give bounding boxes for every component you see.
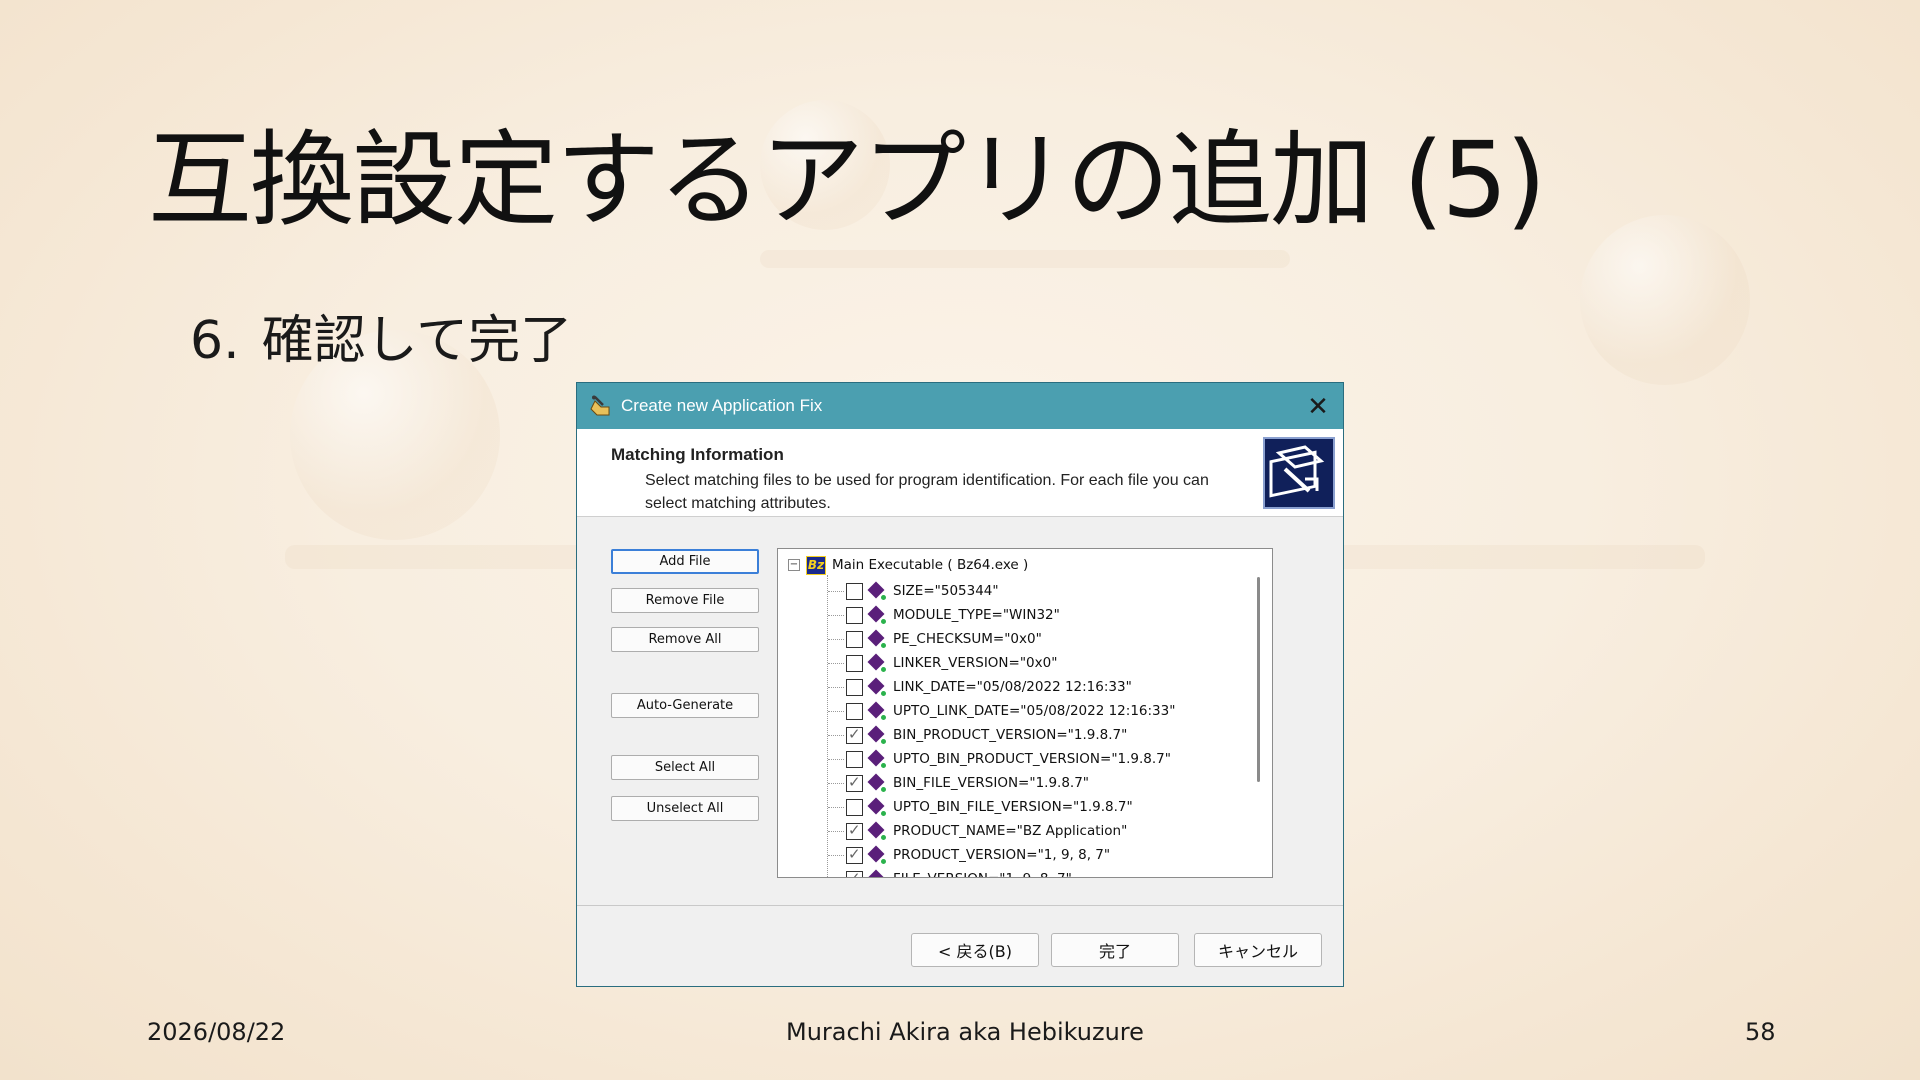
tree-connector	[828, 734, 844, 736]
attribute-checkbox[interactable]	[846, 678, 863, 696]
back-button[interactable]: < 戻る(B)	[911, 933, 1039, 967]
tree-attribute-row[interactable]: FILE_VERSION="1, 9, 8, 7"	[828, 867, 1072, 877]
tree-connector	[828, 638, 844, 640]
bullet-text: 確認して完了	[261, 311, 573, 371]
tree-attribute-row[interactable]: UPTO_BIN_PRODUCT_VERSION="1.9.8.7"	[828, 747, 1171, 771]
close-icon[interactable]: ✕	[1293, 383, 1343, 429]
tree-attribute-row[interactable]: MODULE_TYPE="WIN32"	[828, 603, 1060, 627]
collapse-icon[interactable]: −	[788, 559, 800, 571]
header-title: Matching Information	[611, 445, 784, 464]
footer-date: 2026/08/22	[147, 1018, 286, 1046]
tree-connector	[828, 686, 844, 688]
vertical-scrollbar[interactable]	[1246, 549, 1272, 877]
tree-attribute-row[interactable]: BIN_FILE_VERSION="1.9.8.7"	[828, 771, 1089, 795]
footer-divider	[577, 905, 1343, 906]
attribute-label: SIZE="505344"	[893, 583, 999, 599]
tree-connector	[828, 614, 844, 616]
attribute-icon	[867, 845, 887, 865]
dialog-title: Create new Application Fix	[621, 396, 823, 415]
page-number: 58	[1745, 1018, 1776, 1046]
attribute-checkbox[interactable]	[846, 630, 863, 648]
tree-connector	[828, 806, 844, 808]
footer-author: Murachi Akira aka Hebikuzure	[786, 1018, 1144, 1046]
attribute-label: LINKER_VERSION="0x0"	[893, 655, 1058, 671]
tree-connector	[828, 590, 844, 592]
attribute-icon	[867, 725, 887, 745]
tree-attribute-row[interactable]: LINKER_VERSION="0x0"	[828, 651, 1057, 675]
attribute-icon	[867, 653, 887, 673]
attribute-icon	[867, 581, 887, 601]
tree-connector	[828, 758, 844, 760]
tree-attribute-row[interactable]: LINK_DATE="05/08/2022 12:16:33"	[828, 675, 1132, 699]
attribute-checkbox[interactable]	[846, 654, 863, 672]
slide-title: 互換設定するアプリの追加 (5)	[148, 119, 1546, 241]
attribute-icon	[867, 701, 887, 721]
attribute-label: UPTO_BIN_FILE_VERSION="1.9.8.7"	[893, 799, 1133, 815]
attribute-checkbox[interactable]	[846, 582, 863, 600]
matching-attributes-tree[interactable]: − Bz Main Executable ( Bz64.exe ) SIZE="…	[777, 548, 1273, 878]
tree-attribute-row[interactable]: PE_CHECKSUM="0x0"	[828, 627, 1042, 651]
finish-button[interactable]: 完了	[1051, 933, 1179, 967]
background-bar	[760, 250, 1290, 268]
scrollbar-thumb[interactable]	[1257, 577, 1260, 782]
tree-attribute-row[interactable]: BIN_PRODUCT_VERSION="1.9.8.7"	[828, 723, 1127, 747]
attribute-icon	[867, 677, 887, 697]
attribute-label: BIN_PRODUCT_VERSION="1.9.8.7"	[893, 727, 1128, 743]
header-description: Select matching files to be used for pro…	[645, 472, 1209, 512]
tree-attribute-row[interactable]: PRODUCT_NAME="BZ Application"	[828, 819, 1127, 843]
wizard-icon	[1263, 437, 1335, 509]
remove-file-button[interactable]: Remove File	[611, 588, 759, 613]
attribute-icon	[867, 869, 887, 877]
attribute-checkbox[interactable]	[846, 798, 863, 816]
attribute-checkbox[interactable]	[846, 845, 863, 864]
add-file-button[interactable]: Add File	[611, 549, 759, 574]
tree-attribute-row[interactable]: UPTO_LINK_DATE="05/08/2022 12:16:33"	[828, 699, 1175, 723]
attribute-checkbox[interactable]	[846, 821, 863, 840]
attribute-checkbox[interactable]	[846, 773, 863, 792]
attribute-label: FILE_VERSION="1, 9, 8, 7"	[893, 871, 1072, 877]
attribute-label: UPTO_BIN_PRODUCT_VERSION="1.9.8.7"	[893, 751, 1171, 767]
tree-attribute-row[interactable]: PRODUCT_VERSION="1, 9, 8, 7"	[828, 843, 1110, 867]
tree-attribute-row[interactable]: SIZE="505344"	[828, 579, 999, 603]
attribute-label: MODULE_TYPE="WIN32"	[893, 607, 1060, 623]
dialog-header: Matching Information Select matching fil…	[577, 429, 1343, 517]
tree-connector	[828, 830, 844, 832]
tree-connector	[828, 854, 844, 856]
remove-all-button[interactable]: Remove All	[611, 627, 759, 652]
tree-connector	[828, 782, 844, 784]
tree-connector	[828, 662, 844, 664]
tree-root-label: Main Executable ( Bz64.exe )	[832, 557, 1029, 573]
attribute-checkbox[interactable]	[846, 869, 863, 877]
tree-root-node[interactable]: − Bz Main Executable ( Bz64.exe )	[788, 555, 1028, 575]
attribute-icon	[867, 797, 887, 817]
cancel-button[interactable]: キャンセル	[1194, 933, 1322, 967]
attribute-label: PE_CHECKSUM="0x0"	[893, 631, 1042, 647]
bullet-item: 6. 確認して完了	[190, 298, 572, 373]
attribute-label: PRODUCT_NAME="BZ Application"	[893, 823, 1128, 839]
select-all-button[interactable]: Select All	[611, 755, 759, 780]
bullet-number: 6.	[190, 311, 240, 371]
attribute-icon	[867, 749, 887, 769]
background-sphere	[1580, 215, 1750, 385]
attribute-label: BIN_FILE_VERSION="1.9.8.7"	[893, 775, 1090, 791]
attribute-checkbox[interactable]	[846, 725, 863, 744]
create-application-fix-dialog: Create new Application Fix ✕ Matching In…	[576, 382, 1344, 987]
attribute-checkbox[interactable]	[846, 606, 863, 624]
attribute-label: PRODUCT_VERSION="1, 9, 8, 7"	[893, 847, 1111, 863]
attribute-icon	[867, 821, 887, 841]
unselect-all-button[interactable]: Unselect All	[611, 796, 759, 821]
tree-attribute-row[interactable]: UPTO_BIN_FILE_VERSION="1.9.8.7"	[828, 795, 1133, 819]
dialog-titlebar[interactable]: Create new Application Fix ✕	[577, 383, 1343, 429]
attribute-checkbox[interactable]	[846, 702, 863, 720]
tree-connector	[828, 710, 844, 712]
attribute-label: UPTO_LINK_DATE="05/08/2022 12:16:33"	[893, 703, 1176, 719]
auto-generate-button[interactable]: Auto-Generate	[611, 693, 759, 718]
attribute-icon	[867, 629, 887, 649]
app-fix-icon	[589, 395, 611, 417]
attribute-icon	[867, 773, 887, 793]
attribute-icon	[867, 605, 887, 625]
executable-icon: Bz	[806, 555, 826, 575]
attribute-checkbox[interactable]	[846, 750, 863, 768]
attribute-label: LINK_DATE="05/08/2022 12:16:33"	[893, 679, 1132, 695]
